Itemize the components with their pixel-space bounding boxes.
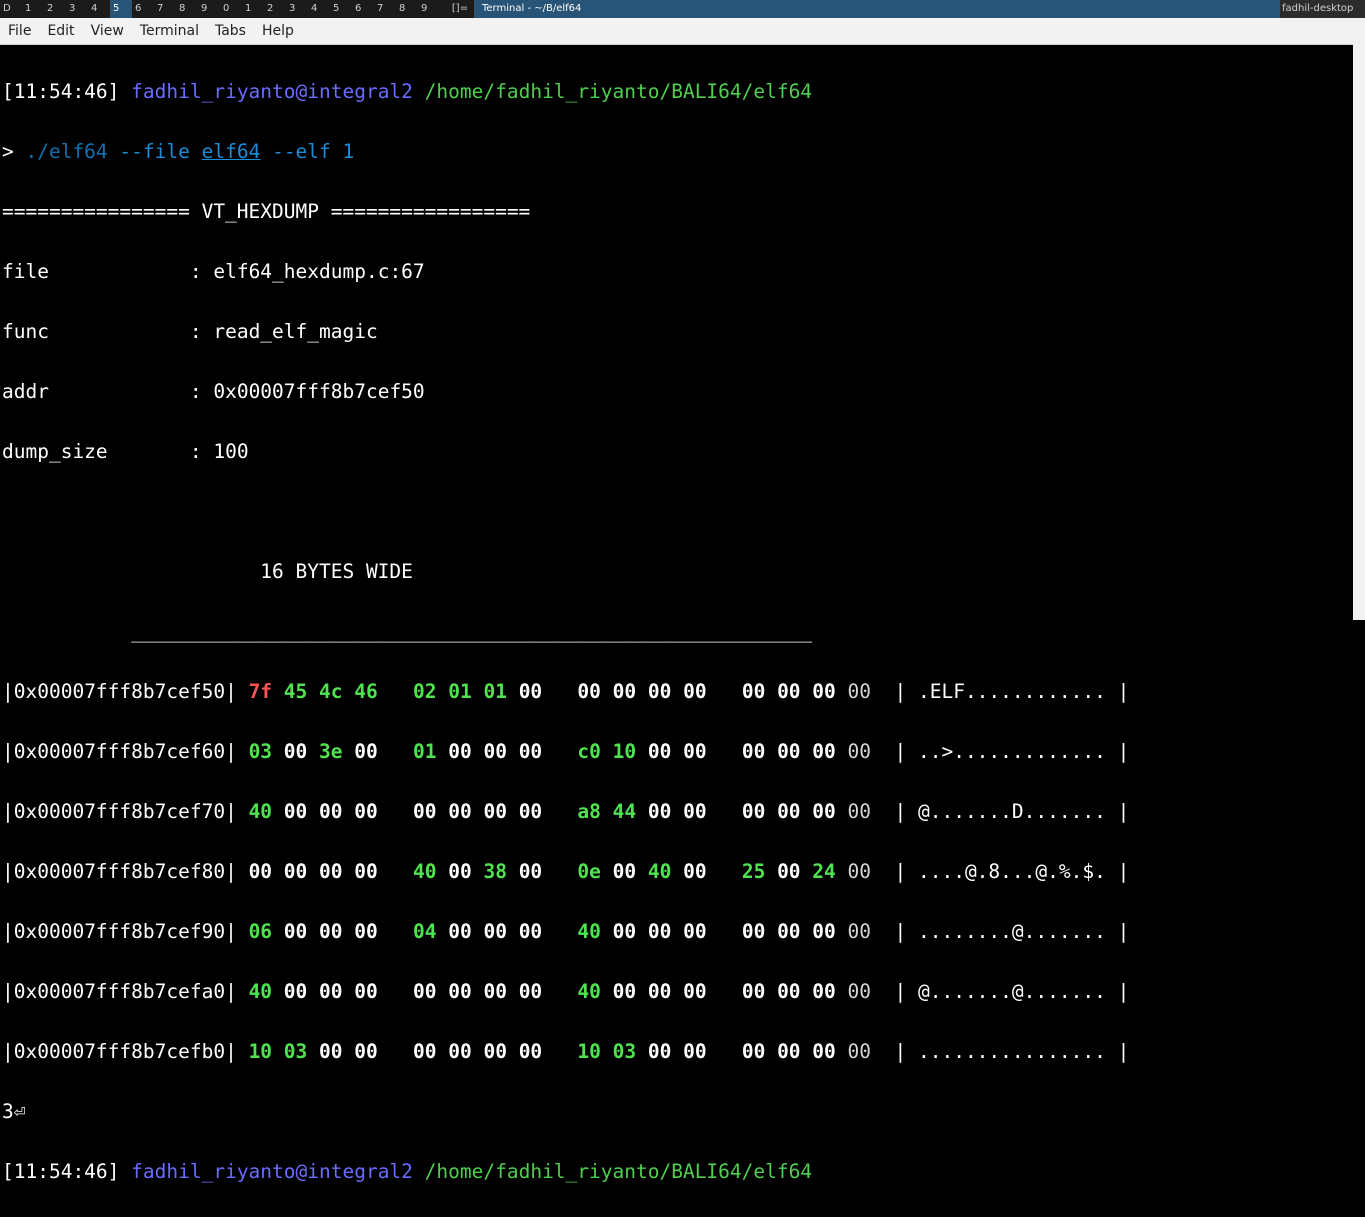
command-flag-elf: --elf bbox=[272, 140, 331, 163]
info-value: read_elf_magic bbox=[213, 320, 378, 343]
hex-row: |0x00007fff8b7cef80| 00 00 00 00 40 00 3… bbox=[2, 860, 1130, 883]
menu-help[interactable]: Help bbox=[254, 18, 302, 45]
info-value: elf64_hexdump.c:67 bbox=[213, 260, 425, 283]
prompt-line: [11:54:46] fadhil_riyanto@integral2 /hom… bbox=[2, 77, 1352, 107]
info-value: 0x00007fff8b7cef50 bbox=[213, 380, 425, 403]
workspace-11[interactable]: 1 bbox=[242, 0, 264, 18]
hex-row: |0x00007fff8b7cef70| 40 00 00 00 00 00 0… bbox=[2, 800, 1130, 823]
workspace-14[interactable]: 4 bbox=[308, 0, 330, 18]
workspace-13[interactable]: 3 bbox=[286, 0, 308, 18]
hex-row: |0x00007fff8b7cefa0| 40 00 00 00 00 00 0… bbox=[2, 980, 1130, 1003]
workspace-D[interactable]: D bbox=[0, 0, 22, 18]
bytes-wide-label: 16 BYTES WIDE bbox=[2, 557, 1352, 587]
prompt-time: [11:54:46] bbox=[2, 1160, 120, 1183]
separator-text: ________________________________________… bbox=[131, 620, 813, 643]
prompt-time: [11:54:46] bbox=[2, 80, 120, 103]
terminal-menubar: File Edit View Terminal Tabs Help bbox=[0, 18, 1353, 45]
window-manager-bar: D 1 2 3 4 5 6 7 8 9 0 1 2 3 4 5 6 7 8 9 … bbox=[0, 0, 1365, 18]
workspace-9[interactable]: 9 bbox=[198, 0, 220, 18]
hex-row-ascii: .ELF............ bbox=[917, 680, 1106, 703]
workspace-12[interactable]: 2 bbox=[264, 0, 286, 18]
workspace-2[interactable]: 2 bbox=[44, 0, 66, 18]
menu-tabs[interactable]: Tabs bbox=[207, 18, 254, 45]
command-prefix: > bbox=[2, 140, 26, 163]
menu-edit[interactable]: Edit bbox=[39, 18, 82, 45]
bytes-wide-text: 16 BYTES WIDE bbox=[260, 560, 413, 583]
hex-row-ascii: ........@....... bbox=[917, 920, 1106, 943]
workspace-17[interactable]: 7 bbox=[374, 0, 396, 18]
hex-row: |0x00007fff8b7cef50| 7f 45 4c 46 02 01 0… bbox=[2, 680, 1130, 703]
workspace-6[interactable]: 6 bbox=[132, 0, 154, 18]
info-dump-size: dump_size : 100 bbox=[2, 440, 249, 463]
info-file: file : elf64_hexdump.c:67 bbox=[2, 260, 425, 283]
hostname-label: fadhil-desktop bbox=[1280, 0, 1365, 18]
prompt-user: fadhil_riyanto@integral2 bbox=[131, 80, 413, 103]
hex-row: |0x00007fff8b7cefb0| 10 03 00 00 00 00 0… bbox=[2, 1040, 1130, 1063]
info-addr: addr : 0x00007fff8b7cef50 bbox=[2, 380, 425, 403]
workspace-8[interactable]: 8 bbox=[176, 0, 198, 18]
workspace-18[interactable]: 8 bbox=[396, 0, 418, 18]
terminal-scrollbar[interactable] bbox=[1353, 18, 1365, 620]
window-title: Terminal - ~/B/elf64 bbox=[474, 0, 1280, 18]
info-key: file bbox=[2, 260, 49, 283]
hex-row-address: 0x00007fff8b7cefb0 bbox=[13, 1040, 226, 1063]
command-line: > ./elf64 --file elf64 --elf 1 bbox=[2, 137, 1352, 167]
prompt-line-2: [11:54:46] fadhil_riyanto@integral2 /hom… bbox=[2, 1157, 1352, 1187]
command-arg-elf: 1 bbox=[342, 140, 355, 163]
hex-row-ascii: ....@.8...@.%.$. bbox=[917, 860, 1106, 883]
workspace-3[interactable]: 3 bbox=[66, 0, 88, 18]
hex-row-ascii: @.......D....... bbox=[917, 800, 1106, 823]
info-value: 100 bbox=[213, 440, 249, 463]
hexdump-banner: ================ VT_HEXDUMP ============… bbox=[2, 200, 531, 223]
workspace-list: D 1 2 3 4 5 6 7 8 9 0 1 2 3 4 5 6 7 8 9 bbox=[0, 0, 440, 18]
hex-row-address: 0x00007fff8b7cef80 bbox=[13, 860, 226, 883]
return-value: 3⏎ bbox=[2, 1100, 26, 1123]
command-flag-file: --file bbox=[119, 140, 190, 163]
terminal-output[interactable]: [11:54:46] fadhil_riyanto@integral2 /hom… bbox=[2, 47, 1352, 1183]
hex-row-ascii: @.......@....... bbox=[917, 980, 1106, 1003]
hex-row-address: 0x00007fff8b7cef50 bbox=[13, 680, 226, 703]
separator-line: ________________________________________… bbox=[2, 617, 1352, 647]
workspace-0[interactable]: 0 bbox=[220, 0, 242, 18]
workspace-1[interactable]: 1 bbox=[22, 0, 44, 18]
layout-indicator[interactable]: []= bbox=[446, 0, 474, 18]
workspace-15[interactable]: 5 bbox=[330, 0, 352, 18]
hex-row-address: 0x00007fff8b7cef90 bbox=[13, 920, 226, 943]
prompt-user: fadhil_riyanto@integral2 bbox=[131, 1160, 413, 1183]
hex-row-address: 0x00007fff8b7cef60 bbox=[13, 740, 226, 763]
command-exe: ./elf64 bbox=[25, 140, 108, 163]
workspace-16[interactable]: 6 bbox=[352, 0, 374, 18]
hex-row-address: 0x00007fff8b7cef70 bbox=[13, 800, 226, 823]
hex-row-ascii: ..>............. bbox=[917, 740, 1106, 763]
info-key: func bbox=[2, 320, 49, 343]
prompt-cwd: /home/fadhil_riyanto/BALI64/elf64 bbox=[424, 1160, 813, 1183]
hex-row-address: 0x00007fff8b7cefa0 bbox=[13, 980, 226, 1003]
workspace-4[interactable]: 4 bbox=[88, 0, 110, 18]
info-key: dump_size bbox=[2, 440, 108, 463]
hex-row-ascii: ................ bbox=[917, 1040, 1106, 1063]
menu-view[interactable]: View bbox=[83, 18, 132, 45]
menu-file[interactable]: File bbox=[0, 18, 39, 45]
command-arg-file: elf64 bbox=[201, 140, 261, 163]
hex-row: |0x00007fff8b7cef60| 03 00 3e 00 01 00 0… bbox=[2, 740, 1130, 763]
info-key: addr bbox=[2, 380, 49, 403]
prompt-cwd: /home/fadhil_riyanto/BALI64/elf64 bbox=[424, 80, 813, 103]
workspace-19[interactable]: 9 bbox=[418, 0, 440, 18]
menu-terminal[interactable]: Terminal bbox=[132, 18, 207, 45]
workspace-7[interactable]: 7 bbox=[154, 0, 176, 18]
workspace-5-active[interactable]: 5 bbox=[110, 0, 132, 18]
info-func: func : read_elf_magic bbox=[2, 320, 378, 343]
hex-row: |0x00007fff8b7cef90| 06 00 00 00 04 00 0… bbox=[2, 920, 1130, 943]
